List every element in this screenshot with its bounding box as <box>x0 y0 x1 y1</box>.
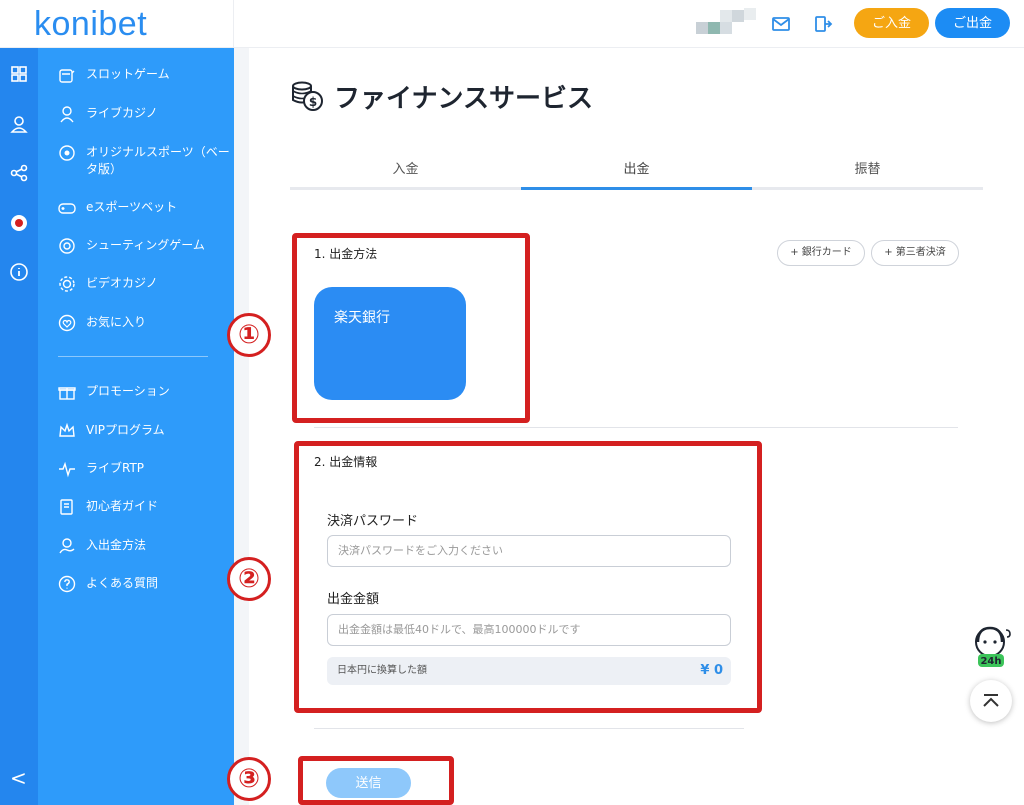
withdraw-button[interactable]: ご出金 <box>935 8 1010 38</box>
sidebar-item-original-sports[interactable]: オリジナルスポーツ（ベータ版） <box>58 144 236 178</box>
sidebar-item-label: VIPプログラム <box>86 423 165 437</box>
user-icon[interactable] <box>9 114 29 134</box>
sidebar-divider <box>58 356 208 357</box>
sidebar-item-label: シューティングゲーム <box>86 238 205 252</box>
sidebar-item-video-casino[interactable]: ビデオカジノ <box>58 275 236 293</box>
site-logo[interactable]: konibet <box>34 5 147 44</box>
deposit-button[interactable]: ご入金 <box>854 8 929 38</box>
dealer-icon <box>60 106 74 123</box>
sidebar-item-slots[interactable]: スロットゲーム <box>58 66 236 84</box>
sidebar-item-live-rtp[interactable]: ライブRTP <box>58 460 236 478</box>
slot-machine-icon <box>59 69 75 83</box>
question-icon <box>58 575 76 593</box>
sidebar-item-label: よくある質問 <box>86 576 159 590</box>
soccer-ball-icon <box>59 145 75 161</box>
finance-tabs: 入金 出金 振替 <box>290 158 983 190</box>
support-24h-icon[interactable]: 24h <box>970 622 1014 670</box>
target-icon <box>59 238 75 254</box>
guide-icon <box>60 499 73 515</box>
annotation-marker-2: ② <box>227 557 271 601</box>
user-avatar[interactable] <box>696 8 756 38</box>
mail-icon[interactable] <box>771 14 791 34</box>
sidebar-item-label: お気に入り <box>86 315 147 329</box>
sidebar-item-beginner-guide[interactable]: 初心者ガイド <box>58 498 236 516</box>
sidebar-item-label: eスポーツベット <box>86 200 178 214</box>
svg-text:24h: 24h <box>980 656 1001 667</box>
heart-icon <box>58 314 76 332</box>
sidebar-item-label: ライブカジノ <box>86 106 158 120</box>
page-title: ファイナンスサービス <box>334 84 593 114</box>
scroll-to-top-button[interactable] <box>970 680 1012 722</box>
arrow-up-icon <box>983 694 999 707</box>
logo-area: konibet <box>0 0 234 48</box>
chip-icon <box>59 276 75 292</box>
sidebar-item-label: ライブRTP <box>86 461 145 475</box>
annotation-marker-3: ③ <box>227 757 271 801</box>
logout-icon[interactable] <box>813 14 833 34</box>
tab-transfer[interactable]: 振替 <box>752 158 983 190</box>
sidebar-item-esports[interactable]: eスポーツベット <box>58 199 236 217</box>
sidebar-item-payment-methods[interactable]: 入出金方法 <box>58 537 236 555</box>
grid-icon[interactable] <box>9 64 29 84</box>
sidebar-item-live-casino[interactable]: ライブカジノ <box>58 105 236 123</box>
svg-text:$: $ <box>309 95 317 109</box>
sidebar: スロットゲーム ライブカジノ オリジナルスポーツ（ベータ版） eスポーツベット … <box>38 48 234 805</box>
sidebar-item-label: スロットゲーム <box>86 67 170 81</box>
annotation-box-3 <box>298 756 454 805</box>
sidebar-item-label: ビデオカジノ <box>86 276 158 290</box>
info-icon[interactable] <box>9 262 29 282</box>
coins-icon: $ <box>292 81 323 111</box>
tab-deposit[interactable]: 入金 <box>290 158 521 190</box>
sidebar-item-promotion[interactable]: プロモーション <box>58 383 236 401</box>
annotation-box-1 <box>292 233 530 423</box>
annotation-marker-1: ① <box>227 313 271 357</box>
sidebar-item-vip[interactable]: VIPプログラム <box>58 422 236 440</box>
pulse-icon <box>59 461 75 478</box>
gift-icon <box>58 387 76 400</box>
top-header: konibet ご入金 ご出金 <box>0 0 1024 48</box>
share-icon[interactable] <box>9 163 29 183</box>
section-divider <box>314 728 744 729</box>
sidebar-item-label: オリジナルスポーツ（ベータ版） <box>86 145 230 176</box>
section-divider <box>314 427 958 428</box>
annotation-box-2 <box>294 441 762 713</box>
tab-withdraw[interactable]: 出金 <box>521 158 752 190</box>
add-third-party-button[interactable]: + 第三者決済 <box>871 240 959 266</box>
payment-icon <box>59 538 75 554</box>
sidebar-item-label: プロモーション <box>86 384 170 398</box>
crown-icon <box>59 422 75 437</box>
japan-flag-icon[interactable] <box>9 213 29 233</box>
add-bank-card-button[interactable]: + 銀行カード <box>777 240 865 266</box>
sidebar-item-shooting[interactable]: シューティングゲーム <box>58 237 236 255</box>
gamepad-icon <box>58 203 76 214</box>
icon-rail: < <box>0 48 38 805</box>
sidebar-item-label: 入出金方法 <box>86 538 147 552</box>
collapse-sidebar-button[interactable]: < <box>10 766 27 790</box>
sidebar-item-label: 初心者ガイド <box>86 499 159 513</box>
sidebar-item-faq[interactable]: よくある質問 <box>58 575 236 593</box>
sidebar-item-favorites[interactable]: お気に入り <box>58 314 236 332</box>
